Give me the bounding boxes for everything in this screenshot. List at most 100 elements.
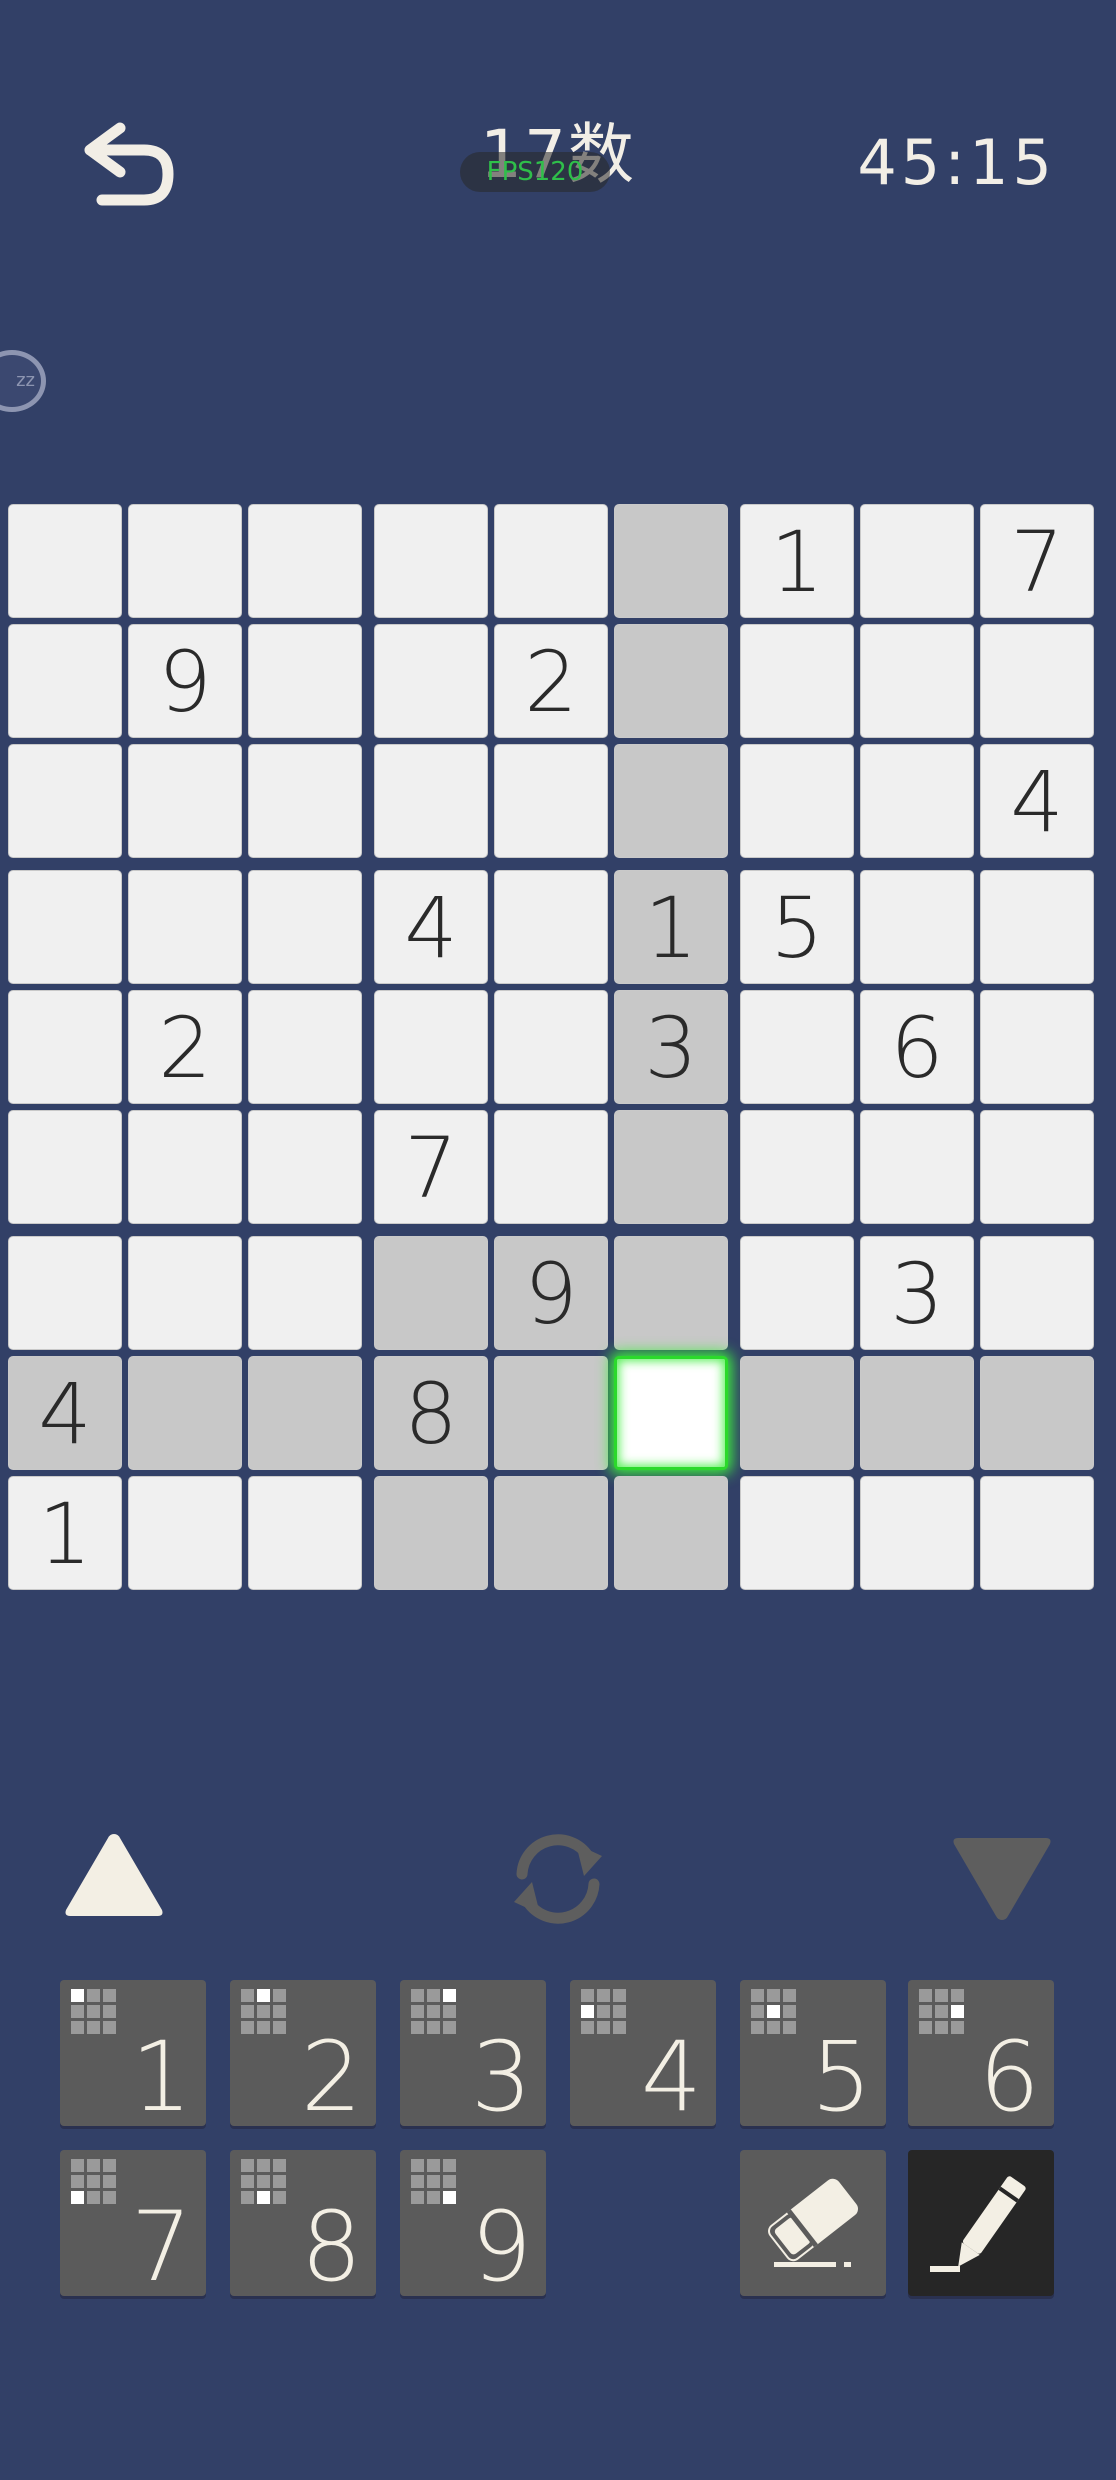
board-cell-r3c4[interactable] [374, 744, 488, 858]
board-cell-r5c5[interactable] [494, 990, 608, 1104]
board-cell-r5c3[interactable] [248, 990, 362, 1104]
board-cell-r9c6[interactable] [614, 1476, 728, 1590]
board-cell-r2c4[interactable] [374, 624, 488, 738]
board-cell-r9c2[interactable] [128, 1476, 242, 1590]
board-cell-r7c6[interactable] [614, 1236, 728, 1350]
board-cell-r4c4[interactable]: 4 [374, 870, 488, 984]
digit-key-4[interactable]: 4 [570, 1980, 716, 2126]
board-cell-r7c1[interactable] [8, 1236, 122, 1350]
board-cell-r4c3[interactable] [248, 870, 362, 984]
board-cell-r8c9[interactable] [980, 1356, 1094, 1470]
board-cell-r1c7[interactable]: 1 [740, 504, 854, 618]
board-cell-r1c4[interactable] [374, 504, 488, 618]
board-cell-r1c3[interactable] [248, 504, 362, 618]
board-cell-r4c2[interactable] [128, 870, 242, 984]
board-cell-r4c1[interactable] [8, 870, 122, 984]
triangle-down-icon[interactable] [950, 1832, 1054, 1924]
board-cell-r7c4[interactable] [374, 1236, 488, 1350]
board-cell-r3c3[interactable] [248, 744, 362, 858]
board-cell-r9c7[interactable] [740, 1476, 854, 1590]
board-cell-r4c7[interactable]: 5 [740, 870, 854, 984]
board-cell-r8c3[interactable] [248, 1356, 362, 1470]
board-cell-r2c9[interactable] [980, 624, 1094, 738]
sleep-button[interactable]: zz [0, 350, 46, 412]
triangle-up-icon[interactable] [62, 1830, 166, 1920]
board-cell-r6c7[interactable] [740, 1110, 854, 1224]
board-cell-r7c3[interactable] [248, 1236, 362, 1350]
board-cell-r5c7[interactable] [740, 990, 854, 1104]
board-cell-r4c8[interactable] [860, 870, 974, 984]
board-cell-r7c8[interactable]: 3 [860, 1236, 974, 1350]
digit-position-icon [411, 2159, 456, 2204]
pencil-button[interactable] [908, 2150, 1054, 2296]
board-cell-r3c5[interactable] [494, 744, 608, 858]
board-cell-r9c1[interactable]: 1 [8, 1476, 122, 1590]
board-cell-r6c9[interactable] [980, 1110, 1094, 1224]
board-cell-r4c6[interactable]: 1 [614, 870, 728, 984]
board-cell-r2c8[interactable] [860, 624, 974, 738]
board-cell-r8c1[interactable]: 4 [8, 1356, 122, 1470]
board-cell-r6c5[interactable] [494, 1110, 608, 1224]
digit-key-label: 4 [640, 2021, 702, 2126]
board-cell-r2c3[interactable] [248, 624, 362, 738]
rotate-icon[interactable] [500, 1826, 616, 1930]
board-cell-r5c4[interactable] [374, 990, 488, 1104]
board-cell-r3c7[interactable] [740, 744, 854, 858]
board-cell-r8c2[interactable] [128, 1356, 242, 1470]
board-cell-r6c1[interactable] [8, 1110, 122, 1224]
board-cell-r1c9[interactable]: 7 [980, 504, 1094, 618]
board-cell-r3c2[interactable] [128, 744, 242, 858]
board-cell-r3c9[interactable]: 4 [980, 744, 1094, 858]
digit-key-1[interactable]: 1 [60, 1980, 206, 2126]
board-cell-r8c7[interactable] [740, 1356, 854, 1470]
board-cell-r8c5[interactable] [494, 1356, 608, 1470]
board-cell-r2c1[interactable] [8, 624, 122, 738]
board-cell-r4c9[interactable] [980, 870, 1094, 984]
board-cell-r2c5[interactable]: 2 [494, 624, 608, 738]
board-cell-r1c1[interactable] [8, 504, 122, 618]
board-cell-r4c5[interactable] [494, 870, 608, 984]
board-cell-r5c8[interactable]: 6 [860, 990, 974, 1104]
board-cell-r3c6[interactable] [614, 744, 728, 858]
digit-position-icon [71, 2159, 116, 2204]
board-cell-r5c2[interactable]: 2 [128, 990, 242, 1104]
board-cell-r6c6[interactable] [614, 1110, 728, 1224]
board-cell-r6c8[interactable] [860, 1110, 974, 1224]
board-cell-r7c2[interactable] [128, 1236, 242, 1350]
board-cell-r2c7[interactable] [740, 624, 854, 738]
board-cell-r1c5[interactable] [494, 504, 608, 618]
digit-key-6[interactable]: 6 [908, 1980, 1054, 2126]
board-cell-r1c2[interactable] [128, 504, 242, 618]
board-cell-r5c6[interactable]: 3 [614, 990, 728, 1104]
board-cell-r9c8[interactable] [860, 1476, 974, 1590]
board-cell-r1c6[interactable] [614, 504, 728, 618]
board-cell-r8c8[interactable] [860, 1356, 974, 1470]
board-cell-r3c8[interactable] [860, 744, 974, 858]
board-cell-r9c5[interactable] [494, 1476, 608, 1590]
board-cell-r8c6[interactable] [614, 1356, 728, 1470]
board-cell-r6c2[interactable] [128, 1110, 242, 1224]
digit-key-8[interactable]: 8 [230, 2150, 376, 2296]
board-cell-r5c9[interactable] [980, 990, 1094, 1104]
board-cell-r7c9[interactable] [980, 1236, 1094, 1350]
board-cell-r3c1[interactable] [8, 744, 122, 858]
board-cell-r9c9[interactable] [980, 1476, 1094, 1590]
board-cell-r9c3[interactable] [248, 1476, 362, 1590]
digit-key-9[interactable]: 9 [400, 2150, 546, 2296]
board-cell-r2c6[interactable] [614, 624, 728, 738]
board-cell-r6c4[interactable]: 7 [374, 1110, 488, 1224]
board-cell-r9c4[interactable] [374, 1476, 488, 1590]
board-cell-r5c1[interactable] [8, 990, 122, 1104]
digit-key-3[interactable]: 3 [400, 1980, 546, 2126]
digit-key-7[interactable]: 7 [60, 2150, 206, 2296]
board-cell-r6c3[interactable] [248, 1110, 362, 1224]
digit-key-label: 6 [978, 2021, 1040, 2126]
eraser-button[interactable] [740, 2150, 886, 2296]
board-cell-r8c4[interactable]: 8 [374, 1356, 488, 1470]
board-cell-r2c2[interactable]: 9 [128, 624, 242, 738]
board-cell-r7c7[interactable] [740, 1236, 854, 1350]
board-cell-r1c8[interactable] [860, 504, 974, 618]
board-cell-r7c5[interactable]: 9 [494, 1236, 608, 1350]
digit-key-2[interactable]: 2 [230, 1980, 376, 2126]
digit-key-5[interactable]: 5 [740, 1980, 886, 2126]
